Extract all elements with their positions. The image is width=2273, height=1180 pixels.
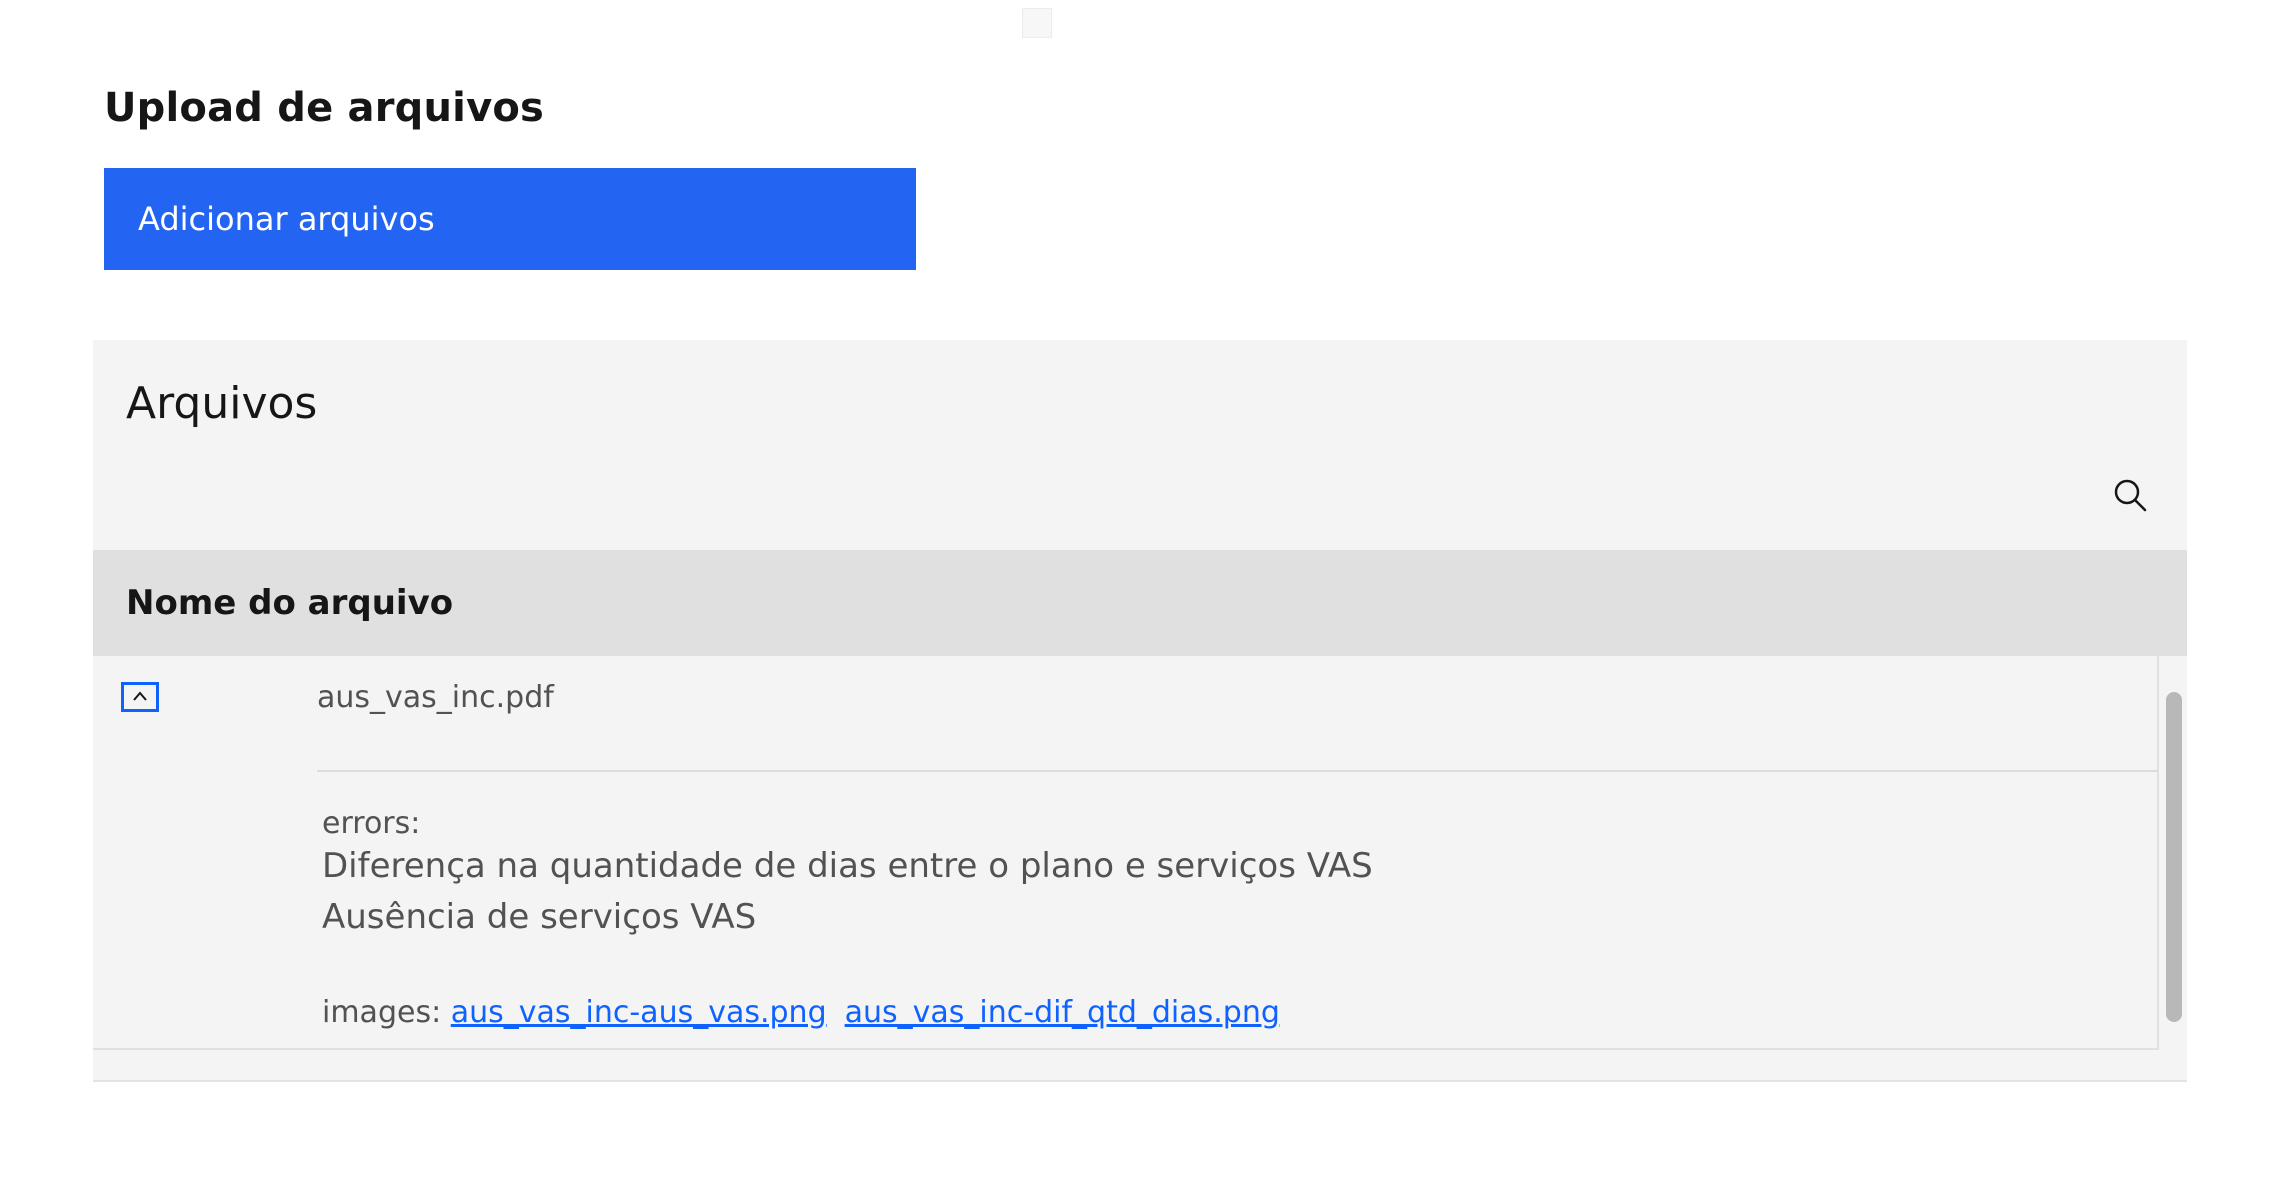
files-panel: Arquivos Nome do arquivo aus_vas_inc.pdf… [93,340,2187,1082]
file-name-cell: aus_vas_inc.pdf [317,680,554,715]
add-files-button[interactable]: Adicionar arquivos [104,168,916,270]
row-divider [317,770,2157,772]
errors-label: errors: [322,806,421,841]
image-link[interactable]: aus_vas_inc-aus_vas.png [451,995,827,1030]
error-item: Ausência de serviços VAS [322,897,757,937]
search-icon [2114,479,2147,512]
error-item: Diferença na quantidade de dias entre o … [322,846,1373,886]
page-title: Upload de arquivos [104,85,545,131]
images-label: images: [322,995,451,1030]
table-header: Nome do arquivo [93,550,2187,656]
scrollbar-thumb[interactable] [2166,692,2182,1022]
top-placeholder-box [1022,8,1052,38]
files-title: Arquivos [126,378,318,429]
images-row: images: aus_vas_inc-aus_vas.png aus_vas_i… [322,991,1280,1035]
table-row: aus_vas_inc.pdf errors: Diferença na qua… [93,656,2159,1050]
chevron-up-icon [133,691,147,701]
image-link[interactable]: aus_vas_inc-dif_qtd_dias.png [845,995,1280,1030]
search-button[interactable] [2109,474,2153,518]
column-header-file-name[interactable]: Nome do arquivo [126,550,453,656]
page: Upload de arquivos Adicionar arquivos Ar… [0,0,2273,1180]
row-expand-toggle[interactable] [121,682,159,712]
